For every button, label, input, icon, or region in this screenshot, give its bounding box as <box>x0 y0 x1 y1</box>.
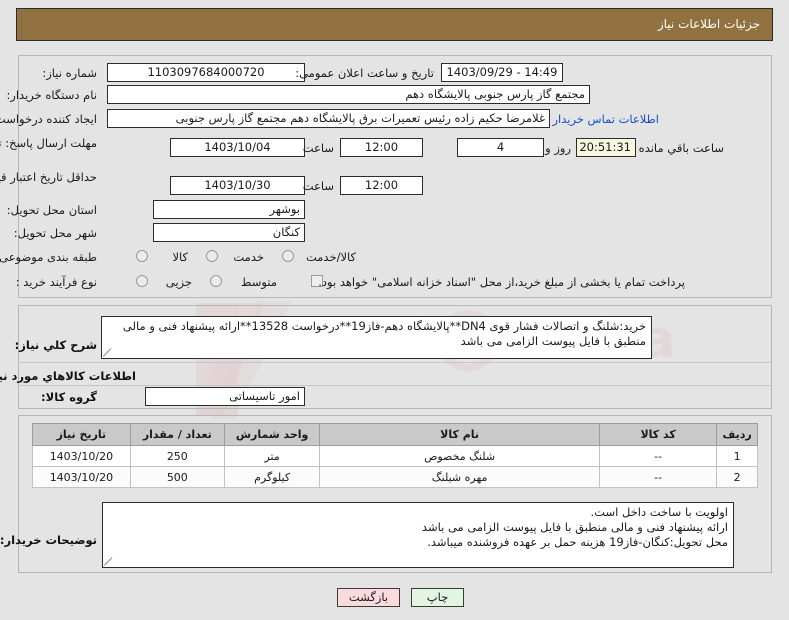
field-days-remaining: 4 <box>457 138 544 157</box>
col-radif: ردیف <box>716 423 758 446</box>
field-request-creator[interactable]: غلامرضا حکیم زاده رئیس تعمیرات برق پالای… <box>107 109 550 128</box>
description-text: خرید:شلنگ و اتصالات فشار قوی DN4**پالایش… <box>122 319 646 348</box>
cell-radif: 1 <box>716 445 758 467</box>
radio-purchase-jozei[interactable] <box>136 275 148 287</box>
label-request-creator: ایجاد کننده درخواست: <box>0 112 97 126</box>
radio-label-khedmat: خدمت <box>233 250 264 264</box>
window-titlebar: جزئیات اطلاعات نیاز <box>16 8 773 41</box>
field-public-announce[interactable]: 14:49 - 1403/09/29 <box>441 63 563 82</box>
field-delivery-province[interactable]: بوشهر <box>153 200 305 219</box>
table-row[interactable]: 2 -- مهره شیلنگ کیلوگرم 500 1403/10/20 <box>32 466 758 488</box>
radio-label-motavaset: متوسط <box>240 275 277 289</box>
field-goods-group[interactable]: امور تاسیساتی <box>145 387 305 406</box>
items-section-heading: اطلاعات کالاهاي مورد نیاز <box>0 369 136 383</box>
col-need-date: تاریخ نیاز <box>32 423 131 446</box>
cell-code: -- <box>598 466 718 488</box>
cell-qty: 500 <box>129 466 225 488</box>
field-delivery-city[interactable]: کنگان <box>153 223 305 242</box>
divider-description <box>18 362 772 363</box>
divider-items-heading <box>18 385 772 386</box>
label-delivery-city: شهر محل تحویل: <box>13 226 97 240</box>
radio-label-kala-khedmat: کالا/خدمت <box>305 250 356 264</box>
page-title: جزئیات اطلاعات نیاز <box>657 17 760 31</box>
label-buyer-notes: توضیحات خریدار: <box>0 533 97 547</box>
label-description: شرح كلي نياز: <box>14 338 97 352</box>
back-button[interactable]: بازگشت <box>337 588 400 607</box>
page-root: V rianta der.net جزئیات اطلاعات نیاز شما… <box>0 0 789 620</box>
buyer-notes-line-1: اولویت با ساخت داخل است. <box>590 505 728 519</box>
label-public-announce: تاریخ و ساعت اعلان عمومی: <box>295 66 434 80</box>
label-buyer-org: نام دستگاه خریدار: <box>6 88 97 102</box>
cell-name: شلنگ مخصوص <box>319 445 600 467</box>
resize-handle-icon[interactable] <box>103 348 112 357</box>
label-response-deadline: مهلت ارسال پاسخ: تا تاریخ: <box>0 136 97 150</box>
label-price-validity-time: ساعت <box>302 179 334 193</box>
buyer-contact-link[interactable]: اطلاعات تماس خریدار <box>552 112 659 126</box>
field-buyer-notes[interactable]: اولویت با ساخت داخل است. ارائه پیشنهاد ف… <box>102 502 734 568</box>
cell-name: مهره شیلنگ <box>319 466 600 488</box>
field-deadline-date[interactable]: 1403/10/04 <box>170 138 305 157</box>
col-code: کد کالا <box>598 423 718 446</box>
field-buyer-org[interactable]: مجتمع گاز پارس جنوبی پالایشگاه دهم <box>107 85 590 104</box>
label-subject-class: طبقه بندی موضوعی: <box>0 250 97 264</box>
buyer-notes-line-2: ارائه پیشنهاد فنی و مالی منطبق با فایل پ… <box>421 520 728 534</box>
cell-unit: متر <box>223 445 321 467</box>
label-delivery-province: استان محل تحویل: <box>6 203 97 217</box>
cell-radif: 2 <box>716 466 758 488</box>
label-purchase-type: نوع فرآیند خرید : <box>15 275 97 289</box>
table-row[interactable]: 1 -- شلنگ مخصوص متر 250 1403/10/20 <box>32 445 758 467</box>
table-header-row: ردیف کد کالا نام کالا واحد شمارش تعداد /… <box>32 423 758 446</box>
label-price-validity: حداقل تاریخ اعتبار قیمت: تا تاریخ: <box>0 170 97 184</box>
label-countdown-unit: ساعت باقي مانده <box>638 141 724 155</box>
items-table: ردیف کد کالا نام کالا واحد شمارش تعداد /… <box>32 423 758 488</box>
field-price-validity-time[interactable]: 12:00 <box>340 176 423 195</box>
cell-unit: کیلوگرم <box>223 466 321 488</box>
cell-qty: 250 <box>129 445 225 467</box>
field-need-number[interactable]: 1103097684000720 <box>107 63 305 82</box>
buyer-notes-line-3: محل تحویل:کنگان-فاز19 هزینه حمل بر عهده … <box>427 535 728 549</box>
field-description[interactable]: خرید:شلنگ و اتصالات فشار قوی DN4**پالایش… <box>101 316 652 359</box>
col-qty: تعداد / مقدار <box>129 423 225 446</box>
field-countdown: 20:51:31 <box>576 138 636 157</box>
radio-label-jozei: جزیی <box>165 275 192 289</box>
cell-code: -- <box>598 445 718 467</box>
radio-subject-kala-khedmat[interactable] <box>282 250 294 262</box>
cell-need-date: 1403/10/20 <box>32 445 131 467</box>
label-deadline-time: ساعت <box>302 141 334 155</box>
radio-purchase-motavaset[interactable] <box>210 275 222 287</box>
checkbox-label-treasury-docs: پرداخت تمام یا بخشی از مبلغ خرید،از محل … <box>318 275 685 289</box>
radio-subject-kala[interactable] <box>136 250 148 262</box>
label-need-number: شماره نیاز: <box>42 66 97 80</box>
resize-handle-icon[interactable] <box>104 557 113 566</box>
print-button[interactable]: چاپ <box>411 588 464 607</box>
label-days-unit: روز و <box>545 141 571 155</box>
field-price-validity-date[interactable]: 1403/10/30 <box>170 176 305 195</box>
label-goods-group: گروه کالا: <box>41 390 97 404</box>
col-unit: واحد شمارش <box>223 423 321 446</box>
field-deadline-time[interactable]: 12:00 <box>340 138 423 157</box>
col-name: نام کالا <box>319 423 600 446</box>
radio-label-kala: کالا <box>172 250 188 264</box>
cell-need-date: 1403/10/20 <box>32 466 131 488</box>
radio-subject-khedmat[interactable] <box>206 250 218 262</box>
